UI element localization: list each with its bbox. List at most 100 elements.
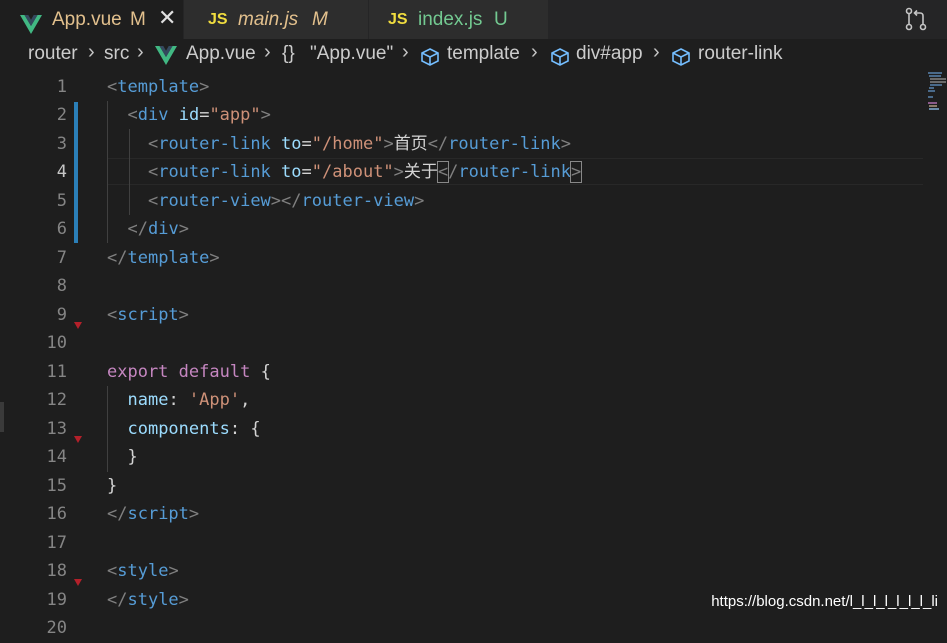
breadcrumb-router-link[interactable]: router-link: [698, 43, 782, 65]
code-token: to: [281, 133, 302, 154]
fold-marker-icon[interactable]: [74, 322, 82, 329]
code-token: =: [301, 133, 312, 154]
code-token: components: [127, 418, 230, 439]
tab-name: main.js: [238, 9, 299, 30]
code-token: >: [178, 304, 189, 325]
cube-icon: [550, 47, 570, 73]
close-icon[interactable]: ✕: [158, 0, 176, 37]
vue-icon: [155, 46, 177, 71]
line-number: 2: [56, 105, 67, 125]
breadcrumb-src[interactable]: src: [104, 43, 129, 65]
code-token: </: [427, 133, 449, 154]
code-line: </style>: [107, 586, 189, 615]
line-number: 19: [46, 589, 67, 610]
line-number: 13: [46, 418, 67, 439]
code-token: <: [147, 133, 159, 154]
minimap[interactable]: [924, 72, 947, 623]
fold-marker-icon[interactable]: [74, 579, 82, 586]
chevron-right-icon: ›: [88, 41, 95, 63]
code-token: 'App': [188, 390, 241, 410]
code-token: </: [107, 589, 128, 610]
open-changes-icon[interactable]: [903, 6, 929, 32]
code-token: >: [393, 162, 404, 182]
code-token: }: [107, 447, 138, 467]
code-token: <: [147, 190, 159, 211]
breadcrumb: router › src › App.vue › {} "App.vue" › …: [0, 39, 947, 72]
code-token: <: [127, 105, 138, 125]
code-token: template: [117, 76, 200, 97]
code-token: <: [436, 161, 450, 183]
code-line: </div>: [107, 215, 189, 244]
code-editor[interactable]: 1 2 3 4 5 6 7 8 9 10 11 12 13 14 15 16 17 18 19 20 <templat…: [0, 72, 947, 638]
fold-marker-icon[interactable]: [74, 436, 82, 443]
code-token: >: [414, 190, 425, 211]
code-token: /: [448, 162, 459, 182]
tab-index-js[interactable]: JS index.js U: [369, 0, 549, 39]
line-number: 7: [56, 247, 67, 268]
line-number: 14: [46, 447, 67, 467]
line-number: 15: [46, 475, 67, 496]
code-line: <style>: [107, 557, 179, 586]
tab-app-vue[interactable]: App.vue M ✕: [0, 0, 184, 39]
code-token: </: [127, 219, 148, 239]
code-token: >: [560, 133, 572, 154]
code-line: name: 'App',: [107, 386, 250, 415]
code-token: <: [147, 162, 159, 182]
code-line: <div id="app">: [107, 101, 270, 130]
code-token: >: [569, 161, 583, 183]
git-modified-gutter-bar[interactable]: [74, 102, 78, 243]
code-token: }: [107, 475, 118, 496]
code-token: router-view: [158, 190, 271, 211]
code-token: >: [209, 247, 220, 268]
code-token: style: [117, 561, 169, 581]
code-token: >: [168, 561, 179, 581]
tab-status: U: [494, 9, 508, 30]
code-token: {: [250, 361, 271, 382]
code-line: </script>: [107, 500, 199, 529]
line-number: 4: [56, 162, 67, 182]
tab-main-js[interactable]: JS main.js M: [184, 0, 369, 39]
line-number: 20: [46, 618, 67, 638]
line-number: 6: [56, 219, 67, 239]
breadcrumb-file[interactable]: App.vue: [186, 43, 256, 65]
code-line: }: [107, 443, 138, 472]
chevron-right-icon: ›: [137, 41, 144, 63]
breadcrumb-module[interactable]: "App.vue": [310, 43, 393, 65]
tab-bar: App.vue M ✕ JS main.js M JS index.js U: [0, 0, 947, 39]
code-token: >: [178, 219, 189, 239]
code-token: : {: [229, 418, 261, 439]
code-token: 关于: [403, 162, 438, 182]
code-token: export: [107, 361, 169, 382]
code-line: <router-link to="/home">首页</router-link>: [107, 130, 571, 159]
code-token: <: [107, 76, 118, 97]
breadcrumb-div[interactable]: div#app: [576, 43, 643, 65]
code-line: <script>: [107, 301, 189, 330]
code-token: default: [178, 361, 251, 382]
code-token: to: [281, 162, 302, 182]
code-token: router-link: [458, 162, 572, 182]
breadcrumb-template[interactable]: template: [447, 43, 520, 65]
code-token: router-link: [158, 133, 271, 154]
breadcrumb-router[interactable]: router: [28, 43, 78, 65]
watermark: https://blog.csdn.net/l_l_l_l_l_l_l_li: [711, 593, 938, 610]
js-icon: JS: [208, 11, 228, 28]
code-line: </template>: [107, 244, 220, 273]
code-token: =: [301, 162, 312, 182]
code-token: router-link: [158, 162, 271, 182]
line-number: 11: [46, 361, 67, 382]
code-token: >: [188, 504, 200, 524]
line-number: 18: [46, 561, 67, 581]
code-token: style: [127, 589, 179, 610]
line-number: 17: [46, 532, 67, 553]
breadcrumb-braces: {}: [282, 43, 295, 64]
code-token: =: [199, 105, 210, 125]
code-token: "/about": [311, 162, 394, 182]
code-token: template: [127, 247, 210, 268]
